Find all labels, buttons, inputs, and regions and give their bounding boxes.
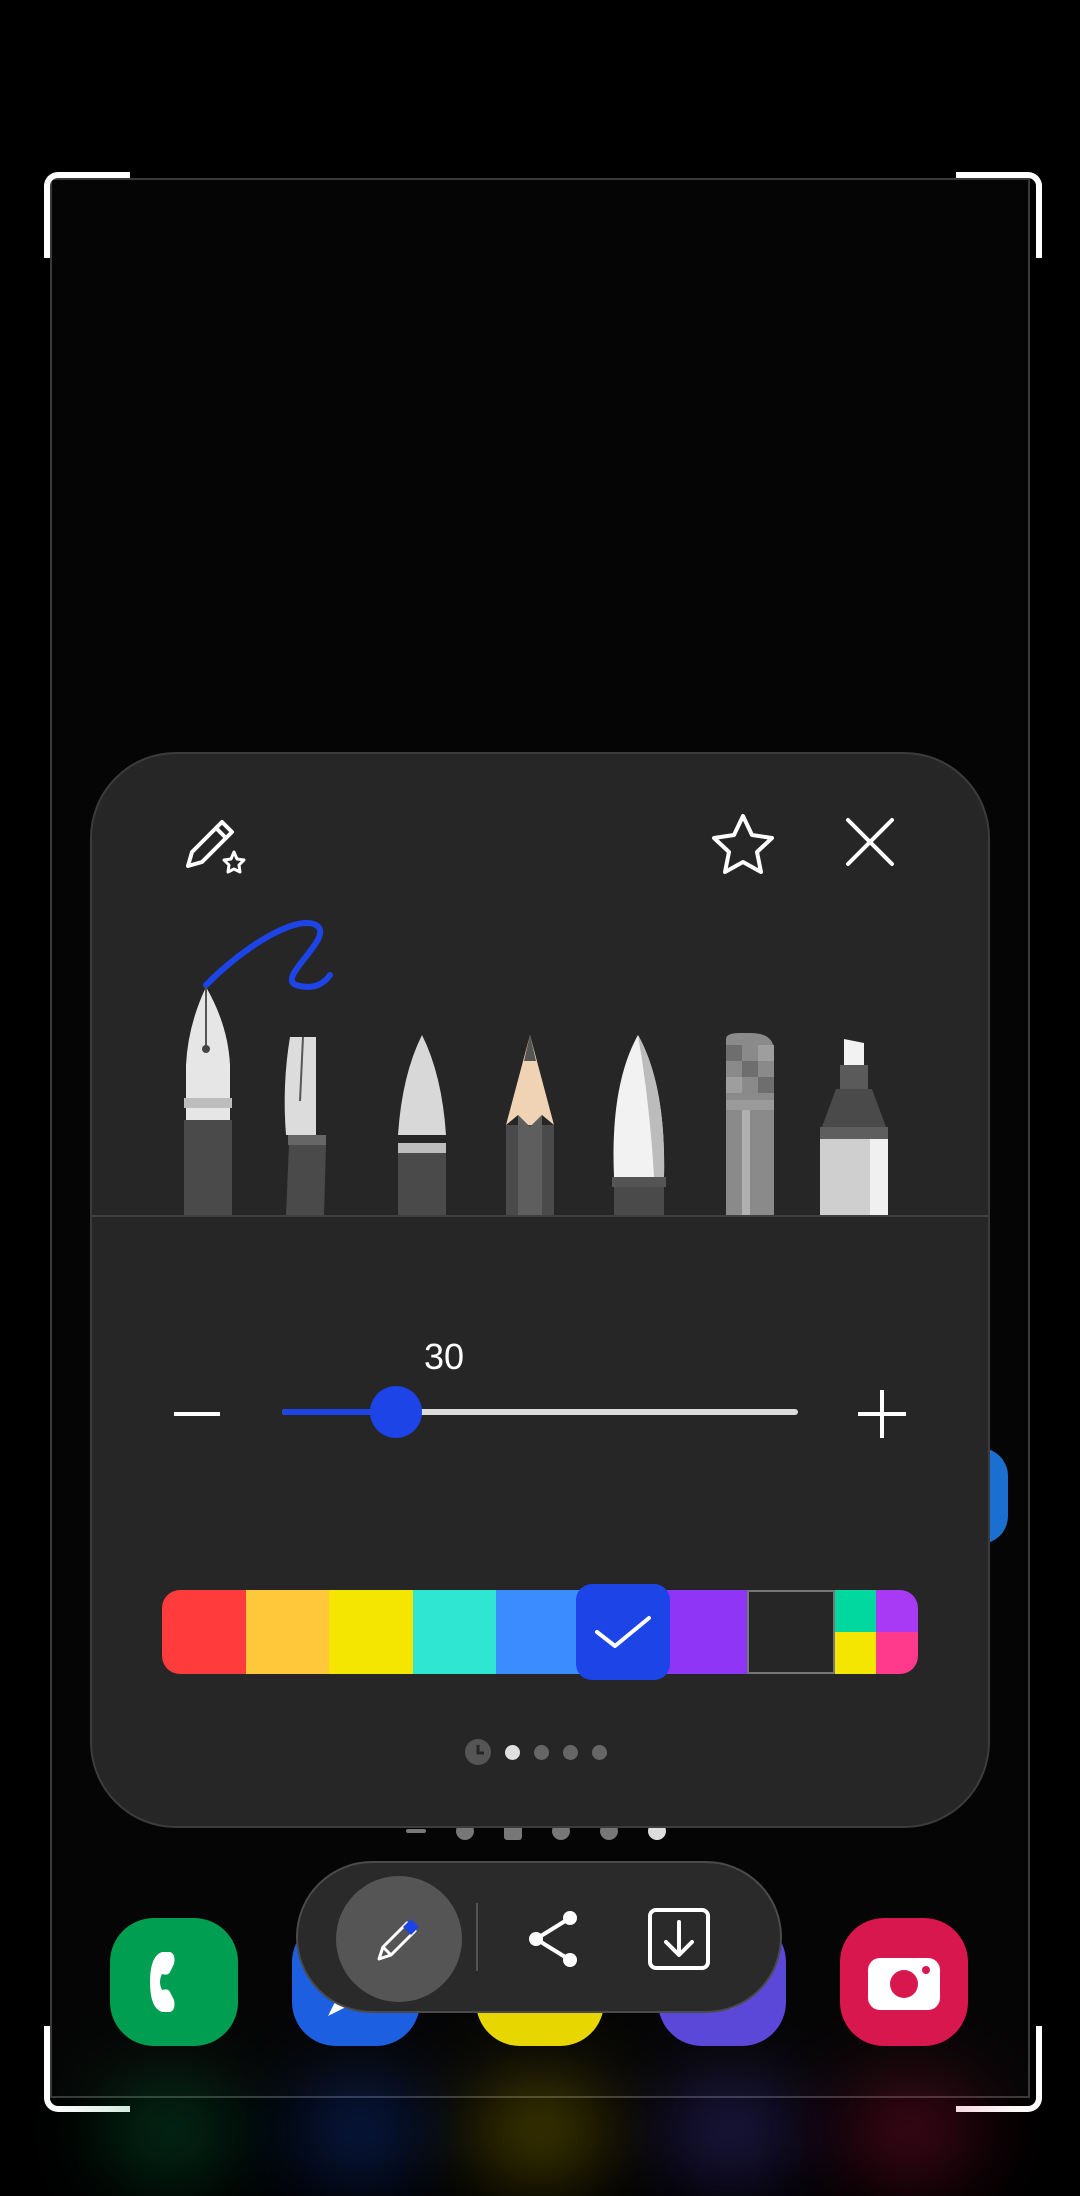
dock-glow xyxy=(470,2080,610,2180)
size-slider-thumb[interactable] xyxy=(369,1386,422,1438)
marker-pen[interactable] xyxy=(612,1035,666,1215)
crop-handle-bottom-right[interactable] xyxy=(956,2026,1042,2112)
color-palette xyxy=(162,1590,918,1674)
size-slider[interactable] xyxy=(282,1386,798,1438)
color-swatch[interactable] xyxy=(245,1590,330,1674)
brush-pen[interactable] xyxy=(398,1035,446,1215)
panel-divider xyxy=(92,1215,988,1217)
pen-selector[interactable] xyxy=(176,915,904,1215)
pencil[interactable] xyxy=(506,1035,554,1215)
color-swatch[interactable] xyxy=(663,1590,747,1674)
color-swatch[interactable] xyxy=(412,1590,497,1674)
color-cell xyxy=(834,1590,877,1632)
color-cell xyxy=(834,1632,877,1674)
download-icon[interactable] xyxy=(644,1904,714,1974)
crop-handle-top-right[interactable] xyxy=(956,172,1042,258)
color-swatch[interactable] xyxy=(329,1590,413,1674)
toolbar-divider xyxy=(476,1903,478,1971)
share-icon[interactable] xyxy=(518,1904,588,1974)
color-cell xyxy=(876,1632,918,1674)
pen-button[interactable] xyxy=(336,1876,462,2002)
page-dot[interactable] xyxy=(592,1744,607,1760)
color-swatch[interactable] xyxy=(746,1590,835,1674)
recent-colors-icon[interactable] xyxy=(465,1739,491,1765)
stroke-preview xyxy=(203,920,333,990)
palette-page-indicator xyxy=(465,1739,607,1765)
dock-glow xyxy=(290,2080,430,2180)
star-icon[interactable] xyxy=(708,810,778,880)
crop-handle-top-left[interactable] xyxy=(44,172,130,258)
minus-icon[interactable] xyxy=(168,1390,228,1438)
highlighter[interactable] xyxy=(820,1039,888,1215)
page-dot[interactable] xyxy=(563,1744,578,1760)
dock-glow xyxy=(660,2080,800,2180)
page-dot[interactable] xyxy=(505,1744,520,1760)
phone-app-icon[interactable] xyxy=(110,1918,238,2046)
check-icon xyxy=(595,1616,651,1648)
fountain-pen[interactable] xyxy=(184,987,232,1215)
plus-icon[interactable] xyxy=(852,1386,912,1442)
pen-with-star-icon[interactable] xyxy=(180,808,252,880)
selected-color-swatch[interactable] xyxy=(576,1584,670,1680)
multi-color-swatch[interactable] xyxy=(834,1590,918,1674)
color-cell xyxy=(876,1590,918,1632)
camera-app-icon[interactable] xyxy=(840,1918,968,2046)
dock-glow xyxy=(840,2080,980,2180)
dock-glow xyxy=(100,2080,240,2180)
size-value-label: 30 xyxy=(423,1336,465,1377)
calligraphy-pen[interactable] xyxy=(284,1036,326,1215)
color-swatch[interactable] xyxy=(496,1590,580,1674)
pen-icon xyxy=(377,1919,419,1961)
pixel-pen[interactable] xyxy=(726,1033,774,1215)
color-swatch[interactable] xyxy=(162,1590,246,1674)
page-dot[interactable] xyxy=(534,1744,549,1760)
close-icon[interactable] xyxy=(838,810,902,874)
